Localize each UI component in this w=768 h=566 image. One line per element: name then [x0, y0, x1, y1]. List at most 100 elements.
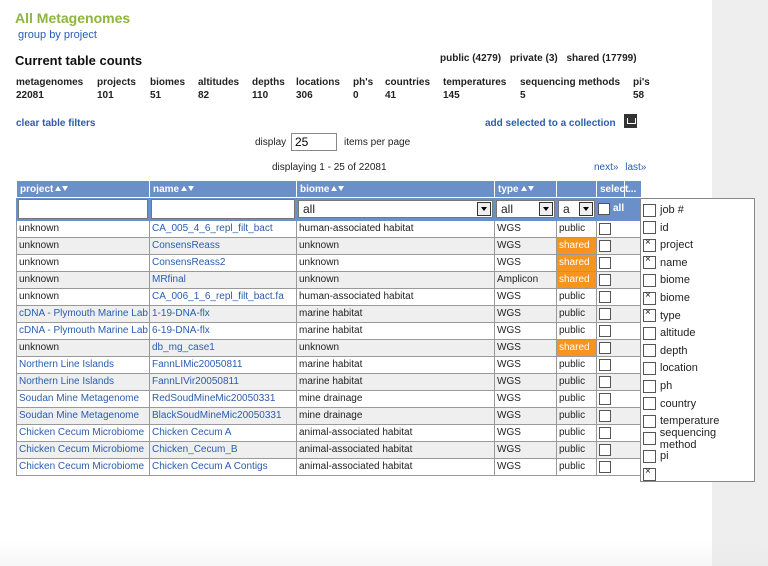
cell-name[interactable]: FannLIVir20050811: [149, 373, 297, 391]
column-option[interactable]: sequencing method: [643, 427, 754, 451]
biome-filter-select[interactable]: all: [298, 200, 493, 218]
column-option[interactable]: depth: [643, 343, 688, 359]
last-page-link[interactable]: last»: [625, 162, 646, 173]
private-count-link[interactable]: private (3): [510, 53, 558, 64]
header-biome[interactable]: biome: [296, 180, 495, 198]
column-option[interactable]: location: [643, 360, 698, 376]
cell-project[interactable]: Soudan Mine Metagenome: [16, 407, 150, 425]
column-option[interactable]: [643, 466, 660, 482]
column-option[interactable]: biome: [643, 272, 690, 288]
row-select-checkbox[interactable]: [599, 410, 611, 422]
row-select-checkbox[interactable]: [599, 223, 611, 235]
column-option-checkbox[interactable]: [643, 273, 656, 287]
column-option-checkbox[interactable]: [643, 221, 656, 235]
row-select-checkbox[interactable]: [599, 376, 611, 388]
cell-project[interactable]: Chicken Cecum Microbiome: [16, 424, 150, 442]
sort-icon[interactable]: [181, 184, 195, 195]
column-option[interactable]: type: [643, 307, 681, 324]
column-option-checkbox[interactable]: [643, 379, 656, 393]
select-all-checkbox[interactable]: [598, 203, 610, 215]
cell-name[interactable]: 1-19-DNA-flx: [149, 305, 297, 323]
column-option-checkbox[interactable]: [643, 290, 656, 305]
column-option[interactable]: id: [643, 220, 669, 236]
column-option[interactable]: project: [643, 237, 693, 253]
type-filter-select[interactable]: all: [496, 200, 555, 218]
column-option-checkbox[interactable]: [643, 414, 656, 428]
cell-name[interactable]: Chicken_Cecum_B: [149, 441, 297, 459]
row-select-checkbox[interactable]: [599, 240, 611, 252]
column-option[interactable]: name: [643, 254, 688, 271]
header-project[interactable]: project: [16, 180, 150, 198]
cell-name[interactable]: ConsensReass: [149, 237, 297, 255]
column-option-checkbox[interactable]: [643, 254, 656, 270]
items-per-page-input[interactable]: [291, 133, 337, 151]
header-type[interactable]: type: [494, 180, 557, 198]
column-option[interactable]: country: [643, 396, 696, 412]
column-option-checkbox[interactable]: [643, 466, 656, 481]
column-option-label: job #: [660, 204, 684, 216]
cell-project[interactable]: cDNA - Plymouth Marine Lab Coastal Water…: [16, 322, 150, 340]
column-option-checkbox[interactable]: [643, 307, 656, 323]
cell-project[interactable]: Northern Line Islands: [16, 373, 150, 391]
sort-icon[interactable]: [55, 184, 69, 195]
shared-count-link[interactable]: shared (17799): [567, 53, 637, 64]
cell-name[interactable]: CA_005_4_6_repl_filt_bact: [149, 220, 297, 238]
column-option-checkbox[interactable]: [643, 361, 656, 375]
public-count-link[interactable]: public (4279): [440, 53, 501, 64]
row-select-checkbox[interactable]: [599, 308, 611, 320]
group-by-project-link[interactable]: group by project: [18, 29, 97, 41]
cell-sharing: public: [556, 424, 597, 442]
column-option[interactable]: biome: [643, 290, 690, 306]
cell-name[interactable]: 6-19-DNA-flx: [149, 322, 297, 340]
header-name[interactable]: name: [149, 180, 297, 198]
row-select-checkbox[interactable]: [599, 257, 611, 269]
column-option-checkbox[interactable]: [643, 203, 656, 217]
row-select-checkbox[interactable]: [599, 393, 611, 405]
column-option-checkbox[interactable]: [643, 344, 656, 358]
column-option-checkbox[interactable]: [643, 432, 656, 446]
cell-project[interactable]: Chicken Cecum Microbiome: [16, 441, 150, 459]
cell-name[interactable]: FannLIMic20050811: [149, 356, 297, 374]
column-option-checkbox[interactable]: [643, 397, 656, 411]
name-filter-input[interactable]: [151, 199, 295, 219]
cell-name[interactable]: BlackSoudMineMic20050331: [149, 407, 297, 425]
cell-name[interactable]: ConsensReass2: [149, 254, 297, 272]
select-all-toggle[interactable]: all: [598, 202, 640, 216]
column-chooser-button[interactable]: ...: [624, 180, 642, 198]
row-select-checkbox[interactable]: [599, 291, 611, 303]
sort-icon[interactable]: [331, 184, 345, 195]
cell-project[interactable]: Chicken Cecum Microbiome: [16, 458, 150, 476]
project-filter-input[interactable]: [18, 199, 148, 219]
row-select-checkbox[interactable]: [599, 444, 611, 456]
clear-filters-link[interactable]: clear table filters: [16, 118, 95, 129]
sort-icon[interactable]: [520, 184, 534, 195]
cell-name[interactable]: db_mg_case1: [149, 339, 297, 357]
column-option-checkbox[interactable]: [643, 237, 656, 252]
cell-name[interactable]: RedSoudMineMic20050331: [149, 390, 297, 408]
column-option-checkbox[interactable]: [643, 326, 656, 340]
row-select-checkbox[interactable]: [599, 274, 611, 286]
column-option[interactable]: ph: [643, 378, 672, 394]
column-option[interactable]: job #: [643, 202, 684, 218]
cell-name[interactable]: Chicken Cecum A: [149, 424, 297, 442]
next-page-link[interactable]: next»: [594, 162, 618, 173]
cell-project[interactable]: Northern Line Islands: [16, 356, 150, 374]
cell-name[interactable]: CA_006_1_6_repl_filt_bact.fa: [149, 288, 297, 306]
collection-icon[interactable]: [624, 114, 637, 128]
cell-project[interactable]: Soudan Mine Metagenome: [16, 390, 150, 408]
cell-name[interactable]: MRfinal: [149, 271, 297, 289]
row-select-checkbox[interactable]: [599, 342, 611, 354]
column-option[interactable]: pi: [643, 448, 669, 464]
row-select-checkbox[interactable]: [599, 325, 611, 337]
column-option[interactable]: altitude: [643, 325, 695, 341]
cell-name[interactable]: Chicken Cecum A Contigs: [149, 458, 297, 476]
row-select-checkbox[interactable]: [599, 359, 611, 371]
cell-project[interactable]: cDNA - Plymouth Marine Lab Coastal Water…: [16, 305, 150, 323]
sharing-filter-select[interactable]: a: [558, 200, 595, 218]
cell-sharing: public: [556, 373, 597, 391]
column-option-checkbox[interactable]: [643, 449, 656, 463]
add-to-collection-link[interactable]: add selected to a collection: [485, 118, 616, 129]
row-select-checkbox[interactable]: [599, 427, 611, 439]
row-select-checkbox[interactable]: [599, 461, 611, 473]
table-row: Soudan Mine Metagenome BlackSoudMineMic20…: [16, 407, 642, 425]
